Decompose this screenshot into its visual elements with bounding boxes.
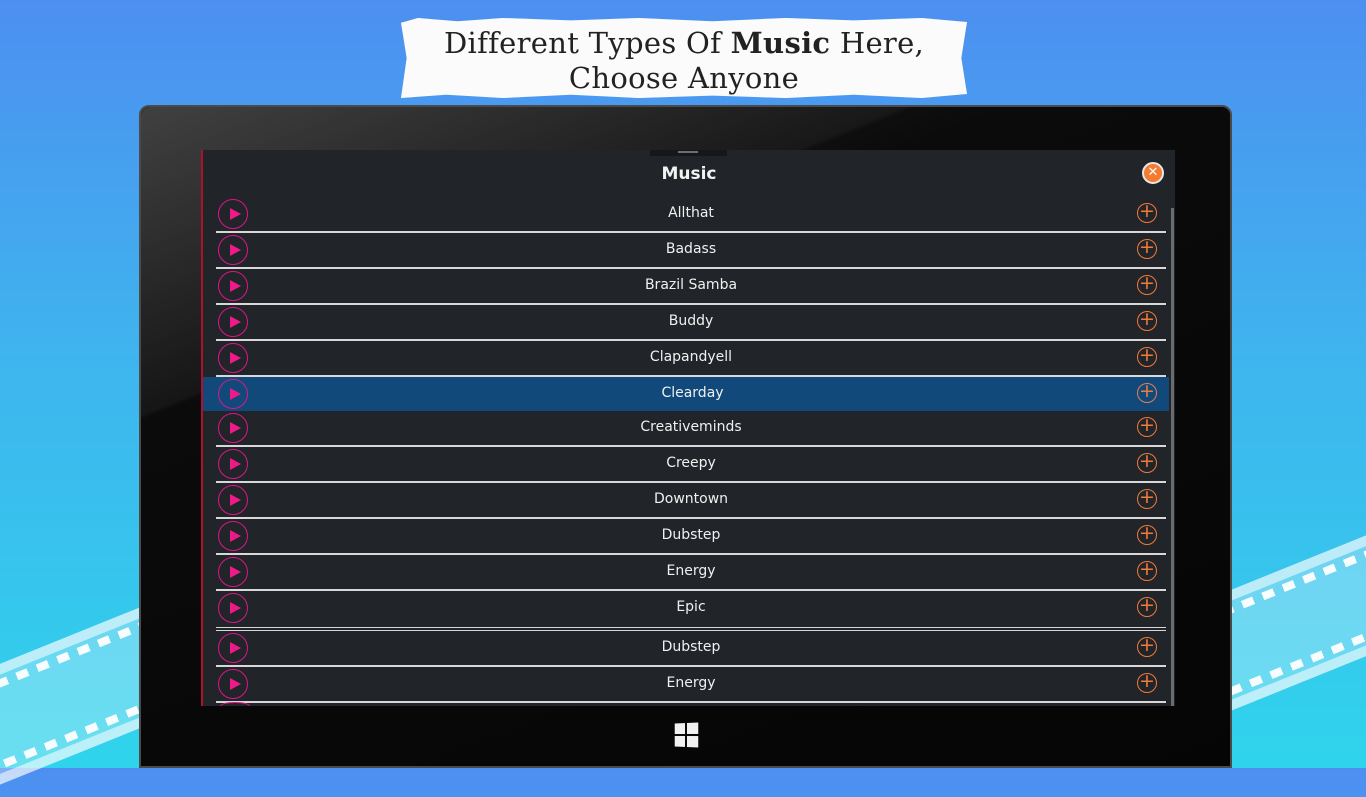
music-dialog: Music ✕ Allthat + Badass + Brazil Samba + Budd… (201, 150, 1175, 706)
drag-handle[interactable] (650, 150, 727, 156)
add-icon[interactable]: + (1137, 452, 1157, 473)
add-icon[interactable]: + (1137, 524, 1157, 545)
track-name: Allthat (668, 205, 714, 221)
add-icon[interactable]: + (1137, 672, 1157, 693)
add-icon[interactable]: + (1137, 596, 1157, 617)
track-name: Clearday (661, 385, 724, 401)
play-icon[interactable] (220, 702, 250, 706)
scrollbar[interactable] (1171, 208, 1174, 706)
track-list: Allthat + Badass + Brazil Samba + Buddy + Clapan… (203, 197, 1169, 703)
track-row[interactable]: Clapandyell + (216, 341, 1166, 377)
close-icon[interactable]: ✕ (1142, 162, 1164, 184)
track-row[interactable]: Energy + (216, 667, 1166, 703)
track-name: Brazil Samba (644, 277, 738, 293)
track-name: Downtown (653, 491, 729, 507)
track-row[interactable]: Creativeminds + (216, 411, 1166, 447)
track-name: Dubstep (661, 639, 721, 655)
add-icon[interactable]: + (1137, 382, 1157, 403)
track-row[interactable]: Allthat + (216, 197, 1166, 233)
banner-line1-post: Here, (830, 26, 925, 60)
track-row[interactable]: Downtown + (216, 483, 1166, 519)
track-name: Creepy (666, 455, 716, 471)
add-icon[interactable]: + (1137, 202, 1157, 223)
banner-headline: Different Types Of Music Here, Choose An… (401, 26, 967, 96)
windows-logo-icon[interactable] (674, 722, 699, 748)
track-row[interactable]: Buddy + (216, 305, 1166, 341)
track-name: Energy (666, 675, 716, 691)
track-row[interactable]: Clearday + (203, 377, 1169, 411)
track-row[interactable]: Epic + (216, 591, 1166, 631)
track-name: Creativeminds (640, 419, 742, 435)
track-name: Buddy (668, 313, 714, 329)
promo-banner: Different Types Of Music Here, Choose An… (401, 18, 967, 98)
banner-line2: Choose Anyone (568, 61, 800, 95)
add-icon[interactable]: + (1137, 416, 1157, 437)
track-row[interactable]: Brazil Samba + (216, 269, 1166, 305)
add-icon[interactable]: + (1137, 488, 1157, 509)
track-name: Dubstep (661, 527, 721, 543)
banner-line1-pre: Different Types Of (443, 26, 731, 60)
track-row[interactable]: Dubstep + (216, 519, 1166, 555)
add-icon[interactable]: + (1137, 636, 1157, 657)
dialog-title: Music (661, 164, 717, 184)
track-name: Badass (665, 241, 717, 257)
add-icon[interactable]: + (1137, 238, 1157, 259)
add-icon[interactable]: + (1137, 274, 1157, 295)
track-row[interactable]: Energy + (216, 555, 1166, 591)
track-row[interactable]: Dubstep + (216, 631, 1166, 667)
track-row[interactable]: Badass + (216, 233, 1166, 269)
track-name: Energy (666, 563, 716, 579)
banner-line1-bold: Music (730, 26, 831, 60)
add-icon[interactable]: + (1137, 310, 1157, 331)
add-icon[interactable]: + (1137, 346, 1157, 367)
track-name: Clapandyell (649, 349, 733, 365)
add-icon[interactable]: + (1137, 560, 1157, 581)
track-row[interactable]: Creepy + (216, 447, 1166, 483)
track-name: Epic (676, 599, 706, 615)
